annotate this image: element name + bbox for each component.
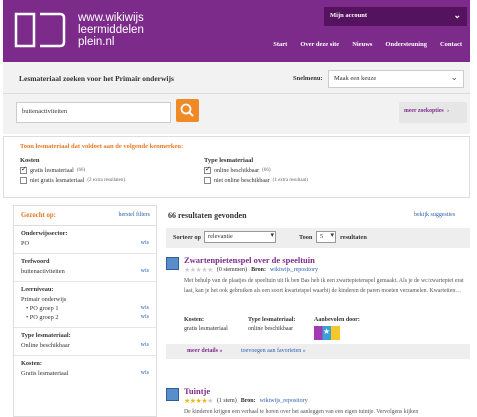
- sidebar-section-type: Type lesmateriaal: Online beschikbaar wis: [14, 328, 156, 356]
- remove-link[interactable]: wis: [141, 268, 149, 274]
- chevron-down-icon: ⌄: [450, 72, 458, 82]
- sort-bar: Sorteer op relevantie ▾ Toon 5 ▾ resulta…: [166, 228, 470, 248]
- remove-link[interactable]: wis: [141, 314, 149, 320]
- nav-start[interactable]: Start: [273, 39, 287, 50]
- result-actions: meer details » toevoegen aan favorieten …: [166, 344, 470, 359]
- remove-link[interactable]: wis: [141, 370, 149, 376]
- add-favorite-link[interactable]: toevoegen aan favorieten »: [241, 348, 306, 354]
- logo-icon[interactable]: [14, 12, 66, 48]
- filter-title: Toon lesmateriaal dat voldoet aan de vol…: [20, 143, 184, 150]
- sidebar-section-costs: Kosten: Gratis lesmateriaal wis: [21, 360, 149, 377]
- filter-type: Type lesmateriaal online beschikbaar (66…: [204, 157, 308, 187]
- recommended-badge-icon[interactable]: [314, 326, 340, 340]
- sidebar-section-keyword: Trefwoord buitenactiviteiten wis: [14, 254, 156, 282]
- document-icon: [166, 257, 179, 270]
- result-description: De kinderen krijgen een verhaal te horen…: [184, 409, 419, 415]
- nav-about[interactable]: Over deze site: [300, 39, 339, 50]
- site-logo-text[interactable]: www.wikiwijs leermiddelen plein.nl: [78, 12, 144, 48]
- chevron-down-icon: ▾: [270, 231, 274, 239]
- checkbox[interactable]: [204, 177, 211, 184]
- remove-link[interactable]: wis: [141, 305, 149, 311]
- nav-contact[interactable]: Contact: [440, 39, 462, 50]
- filter-option-free[interactable]: gratis lesmateriaal (66): [20, 165, 125, 174]
- nav-news[interactable]: Nieuws: [352, 39, 372, 50]
- account-dropdown[interactable]: Mijn account ⌄: [324, 7, 467, 26]
- quickmenu-label: Snelmenu:: [293, 75, 323, 82]
- search-icon: [180, 103, 194, 117]
- filter-option-online[interactable]: online beschikbaar (66): [204, 165, 308, 174]
- site-header: www.wikiwijs leermiddelen plein.nl Mijn …: [3, 0, 470, 62]
- rating-stars-icon[interactable]: ★★★★★: [184, 397, 213, 405]
- filter-option-offline[interactable]: niet online beschikbaar (1 extra resulta…: [204, 177, 308, 184]
- result-item: Zwartenpietenspel over de speeltuin ★★★★…: [166, 255, 470, 365]
- result-meta: ★★★★★ (1 stem) Bron: wikiwijs_repository: [184, 397, 308, 405]
- query-row: buitenactiviteiten meer zoekopties ›: [3, 94, 470, 134]
- chevron-down-icon: ▾: [330, 231, 334, 239]
- result-item: Tuintje ★★★★★ (1 stem) Bron: wikiwijs_re…: [166, 386, 470, 417]
- checkbox[interactable]: [20, 165, 27, 174]
- search-button[interactable]: [176, 99, 199, 122]
- result-description: Met behulp van de plaatjes de speeltuin …: [184, 278, 464, 294]
- suggestions-link[interactable]: bekijk suggesties: [414, 212, 455, 218]
- search-summary-sidebar: Gezocht op: herstel filters Onderwijssec…: [13, 205, 157, 417]
- main-nav: Start Over deze site Nieuws Ondersteunin…: [265, 39, 462, 50]
- reset-filters-link[interactable]: herstel filters: [119, 212, 151, 218]
- filter-costs: Kosten gratis lesmateriaal (66) niet gra…: [20, 157, 125, 187]
- remove-link[interactable]: wis: [141, 240, 149, 246]
- page-size-select[interactable]: 5 ▾: [316, 231, 336, 243]
- sidebar-section-level: Leerniveau: Primair onderwijs • PO groep…: [14, 282, 156, 328]
- document-icon: [166, 388, 179, 401]
- sidebar-section-sector: Onderwijssector: PO wis: [14, 226, 156, 254]
- results-count: 66 resultaten gevonden: [168, 211, 247, 220]
- filter-option-not-free[interactable]: niet gratis lesmateriaal (2 extra result…: [20, 177, 125, 184]
- chevron-down-icon: ⌄: [453, 10, 461, 20]
- remove-link[interactable]: wis: [141, 342, 149, 348]
- checkbox[interactable]: [20, 177, 27, 184]
- result-meta: ★★★★★ (0 stemmen) Bron: wikiwijs_reposit…: [184, 266, 318, 274]
- chevron-right-icon: ›: [447, 108, 450, 114]
- result-title[interactable]: Zwartenpietenspel over de speeltuin: [184, 255, 315, 265]
- result-title[interactable]: Tuintje: [184, 386, 210, 396]
- more-options-button[interactable]: meer zoekopties ›: [399, 102, 467, 123]
- checkbox[interactable]: [204, 165, 211, 174]
- source-link[interactable]: wikiwijs_repository: [270, 267, 318, 273]
- nav-support[interactable]: Ondersteuning: [385, 39, 427, 50]
- quickmenu-select[interactable]: Maak een keuze ⌄: [328, 70, 464, 88]
- search-title-bar: Lesmateriaal zoeken voor het Primair ond…: [3, 62, 470, 94]
- filter-box: Toon lesmateriaal dat voldoet aan de vol…: [3, 136, 470, 198]
- page-title: Lesmateriaal zoeken voor het Primair ond…: [19, 74, 174, 83]
- sort-select[interactable]: relevantie ▾: [204, 231, 276, 243]
- source-link[interactable]: wikiwijs_repository: [260, 398, 308, 404]
- search-input[interactable]: buitenactiviteiten: [16, 102, 171, 123]
- rating-stars-icon[interactable]: ★★★★★: [184, 266, 213, 274]
- sidebar-header: Gezocht op: herstel filters: [14, 206, 156, 226]
- more-details-link[interactable]: meer details »: [187, 348, 223, 354]
